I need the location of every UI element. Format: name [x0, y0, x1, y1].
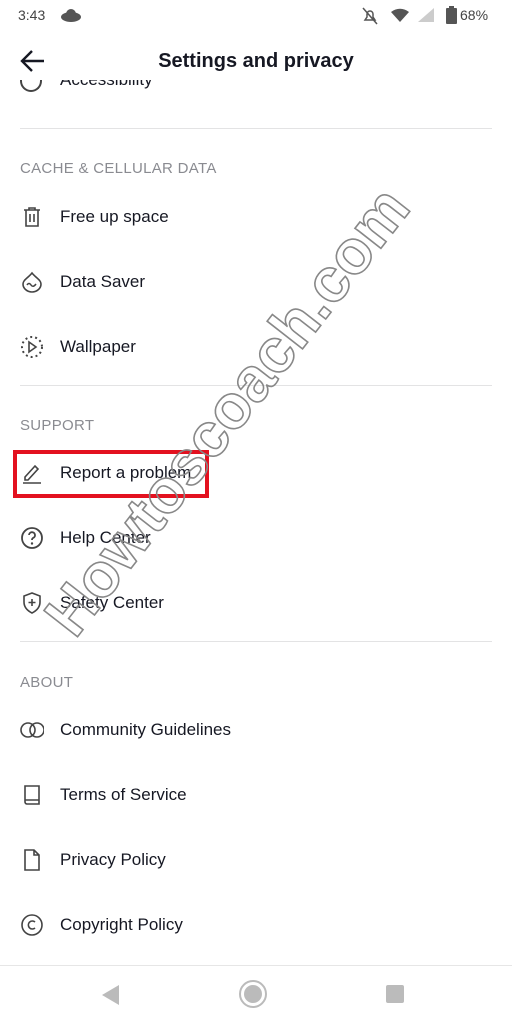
divider: [20, 385, 492, 386]
item-safety-center[interactable]: Safety Center: [0, 578, 512, 628]
item-privacy-policy[interactable]: Privacy Policy: [0, 835, 512, 885]
book-icon: [20, 783, 44, 807]
item-label: Free up space: [60, 207, 169, 226]
page-title: Settings and privacy: [158, 50, 354, 72]
clipped-item-label: Accessibility: [60, 80, 153, 90]
clipped-item-accessibility[interactable]: Accessibility: [0, 80, 512, 102]
bell-off-icon: [362, 7, 378, 25]
battery-level: 68%: [460, 7, 489, 23]
trash-icon: [20, 205, 44, 229]
section-header-cache: CACHE & CELLULAR DATA: [20, 160, 217, 177]
nav-recents-icon[interactable]: [386, 985, 404, 1003]
data-saver-icon: [20, 270, 44, 294]
accessibility-icon: [20, 80, 42, 92]
item-label: Wallpaper: [60, 337, 136, 356]
cloud-icon: [61, 9, 81, 22]
status-bar: 3:43 68%: [0, 0, 512, 32]
item-label: Data Saver: [60, 272, 146, 291]
item-community-guidelines[interactable]: Community Guidelines: [0, 705, 512, 755]
item-data-saver[interactable]: Data Saver: [0, 257, 512, 307]
section-header-about: ABOUT: [20, 674, 74, 691]
copyright-icon: [20, 913, 44, 937]
item-copyright-policy[interactable]: Copyright Policy: [0, 900, 512, 950]
rings-icon: [20, 718, 44, 742]
item-label: Help Center: [60, 528, 151, 547]
divider: [20, 641, 492, 642]
system-nav-bar: [0, 965, 512, 1024]
item-label: Safety Center: [60, 593, 164, 612]
signal-icon: [418, 8, 434, 22]
item-wallpaper[interactable]: Wallpaper: [0, 322, 512, 372]
highlight-box: [13, 450, 209, 498]
item-label: Community Guidelines: [60, 720, 232, 739]
nav-home-icon[interactable]: [238, 979, 268, 1009]
nav-back-icon[interactable]: [100, 984, 120, 1006]
wallpaper-icon: [20, 335, 44, 359]
battery-icon: [446, 6, 457, 24]
divider: [20, 128, 492, 129]
status-time: 3:43: [18, 7, 46, 23]
item-free-up-space[interactable]: Free up space: [0, 192, 512, 242]
item-label: Copyright Policy: [60, 915, 183, 934]
wifi-icon: [391, 8, 409, 22]
shield-icon: [20, 591, 44, 615]
item-help-center[interactable]: Help Center: [0, 513, 512, 563]
item-terms-of-service[interactable]: Terms of Service: [0, 770, 512, 820]
item-label: Privacy Policy: [60, 850, 166, 869]
section-header-support: SUPPORT: [20, 417, 95, 434]
question-icon: [20, 526, 44, 550]
document-icon: [20, 848, 44, 872]
item-label: Terms of Service: [60, 785, 187, 804]
